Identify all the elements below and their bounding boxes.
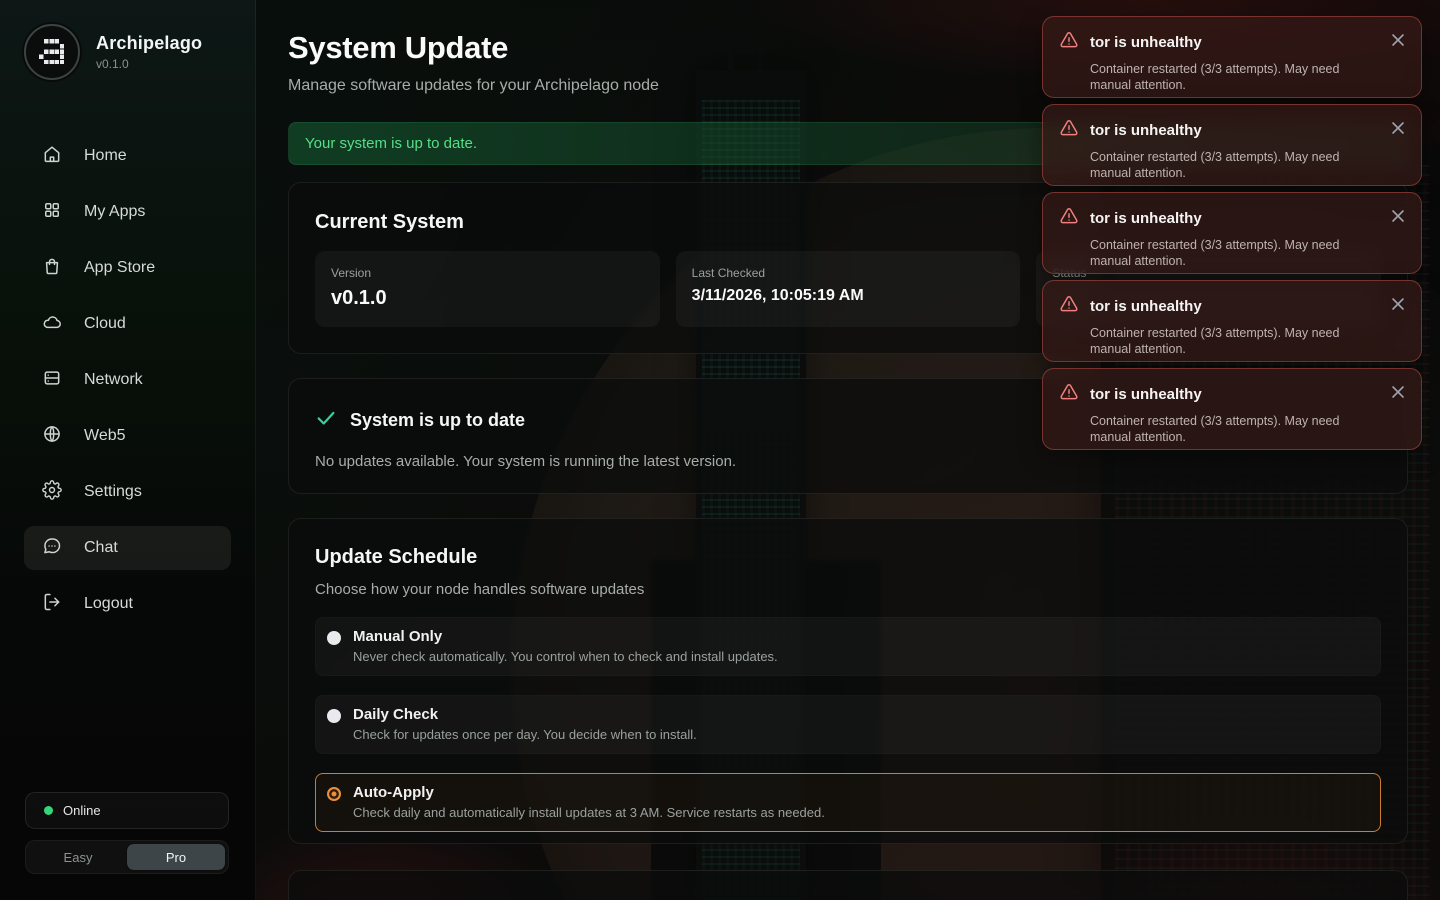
sidebar-item-label: Cloud [84, 315, 126, 333]
toast-stack: tor is unhealthy Container restarted (3/… [1042, 16, 1422, 450]
sidebar-footer: Online Easy Pro [25, 792, 229, 874]
app-version: v0.1.0 [96, 57, 202, 71]
warning-triangle-icon [1059, 294, 1079, 319]
mode-toggle: Easy Pro [25, 840, 229, 874]
toast-notification: tor is unhealthy Container restarted (3/… [1042, 104, 1422, 186]
radio-unselected-icon[interactable] [327, 631, 341, 645]
apps-grid-icon [42, 200, 62, 225]
globe-icon [42, 424, 62, 449]
option-label: Manual Only [353, 628, 778, 645]
sidebar-item-home[interactable]: Home [24, 134, 231, 178]
option-manual-only[interactable]: Manual Only Never check automatically. Y… [315, 617, 1381, 676]
option-label: Daily Check [353, 706, 697, 723]
toast-notification: tor is unhealthy Container restarted (3/… [1042, 368, 1422, 450]
mode-pro-button[interactable]: Pro [127, 844, 225, 870]
radio-unselected-icon[interactable] [327, 709, 341, 723]
sidebar-nav: Home My Apps App Store Cloud Network Web… [24, 134, 231, 638]
status-badge: Online [25, 792, 229, 829]
toast-notification: tor is unhealthy Container restarted (3/… [1042, 192, 1422, 274]
toast-message: Container restarted (3/3 attempts). May … [1090, 149, 1405, 182]
warning-triangle-icon [1059, 30, 1079, 55]
check-icon [315, 407, 337, 434]
sidebar-item-label: Network [84, 371, 143, 389]
close-icon[interactable] [1388, 294, 1408, 314]
sidebar-item-app-store[interactable]: App Store [24, 246, 231, 290]
chat-bubble-icon [42, 536, 62, 561]
toast-message: Container restarted (3/3 attempts). May … [1090, 237, 1405, 270]
sidebar-item-label: App Store [84, 259, 155, 277]
toast-title: tor is unhealthy [1090, 298, 1202, 315]
toast-title: tor is unhealthy [1090, 34, 1202, 51]
sidebar-item-label: Logout [84, 595, 133, 613]
sidebar-item-label: Home [84, 147, 127, 165]
toast-message: Container restarted (3/3 attempts). May … [1090, 413, 1405, 446]
up-to-date-description: No updates available. Your system is run… [315, 453, 1381, 470]
warning-triangle-icon [1059, 206, 1079, 231]
sidebar-item-label: Chat [84, 539, 118, 557]
logout-icon [42, 592, 62, 617]
update-schedule-card: Update Schedule Choose how your node han… [288, 518, 1408, 844]
online-label: Online [63, 803, 101, 818]
success-banner-text: Your system is up to date. [305, 135, 477, 152]
schedule-title: Update Schedule [315, 546, 1381, 569]
sidebar-item-label: Settings [84, 483, 142, 501]
app-name: Archipelago [96, 33, 202, 54]
last-checked-tile: Last Checked 3/11/2026, 10:05:19 AM [676, 251, 1021, 327]
shopping-bag-icon [42, 256, 62, 281]
version-label: Version [331, 266, 644, 280]
sidebar-item-label: Web5 [84, 427, 126, 445]
warning-triangle-icon [1059, 118, 1079, 143]
close-icon[interactable] [1388, 382, 1408, 402]
sidebar-item-chat[interactable]: Chat [24, 526, 231, 570]
option-daily-check[interactable]: Daily Check Check for updates once per d… [315, 695, 1381, 754]
toast-notification: tor is unhealthy Container restarted (3/… [1042, 16, 1422, 98]
option-description: Check for updates once per day. You deci… [353, 727, 697, 742]
schedule-subtitle: Choose how your node handles software up… [315, 581, 1381, 598]
option-description: Check daily and automatically install up… [353, 805, 825, 820]
version-value: v0.1.0 [331, 287, 644, 310]
toast-title: tor is unhealthy [1090, 210, 1202, 227]
cloud-icon [42, 312, 62, 337]
server-icon [42, 368, 62, 393]
toast-title: tor is unhealthy [1090, 122, 1202, 139]
sidebar-item-my-apps[interactable]: My Apps [24, 190, 231, 234]
option-description: Never check automatically. You control w… [353, 649, 778, 664]
close-icon[interactable] [1388, 30, 1408, 50]
last-checked-label: Last Checked [692, 266, 1005, 280]
toast-title: tor is unhealthy [1090, 386, 1202, 403]
toast-message: Container restarted (3/3 attempts). May … [1090, 325, 1405, 358]
home-icon [42, 144, 62, 169]
sidebar-item-network[interactable]: Network [24, 358, 231, 402]
brand: Archipelago v0.1.0 [0, 0, 255, 80]
mode-easy-button[interactable]: Easy [29, 844, 127, 870]
online-dot-icon [44, 806, 53, 815]
archipelago-logo-icon [24, 24, 80, 80]
option-auto-apply[interactable]: Auto-Apply Check daily and automatically… [315, 773, 1381, 832]
sidebar-item-label: My Apps [84, 203, 145, 221]
sidebar-item-web5[interactable]: Web5 [24, 414, 231, 458]
option-label: Auto-Apply [353, 784, 825, 801]
sidebar-item-logout[interactable]: Logout [24, 582, 231, 626]
radio-selected-icon[interactable] [327, 787, 341, 801]
toast-message: Container restarted (3/3 attempts). May … [1090, 61, 1405, 94]
sidebar-item-settings[interactable]: Settings [24, 470, 231, 514]
last-checked-value: 3/11/2026, 10:05:19 AM [692, 287, 1005, 305]
sidebar-item-cloud[interactable]: Cloud [24, 302, 231, 346]
close-icon[interactable] [1388, 206, 1408, 226]
up-to-date-title: System is up to date [350, 410, 525, 431]
toast-notification: tor is unhealthy Container restarted (3/… [1042, 280, 1422, 362]
sidebar: Archipelago v0.1.0 Home My Apps App Stor… [0, 0, 256, 900]
version-tile: Version v0.1.0 [315, 251, 660, 327]
warning-triangle-icon [1059, 382, 1079, 407]
close-icon[interactable] [1388, 118, 1408, 138]
gear-icon [42, 480, 62, 505]
main-content: System Update Manage software updates fo… [256, 0, 1440, 900]
next-card-partial [288, 870, 1408, 900]
